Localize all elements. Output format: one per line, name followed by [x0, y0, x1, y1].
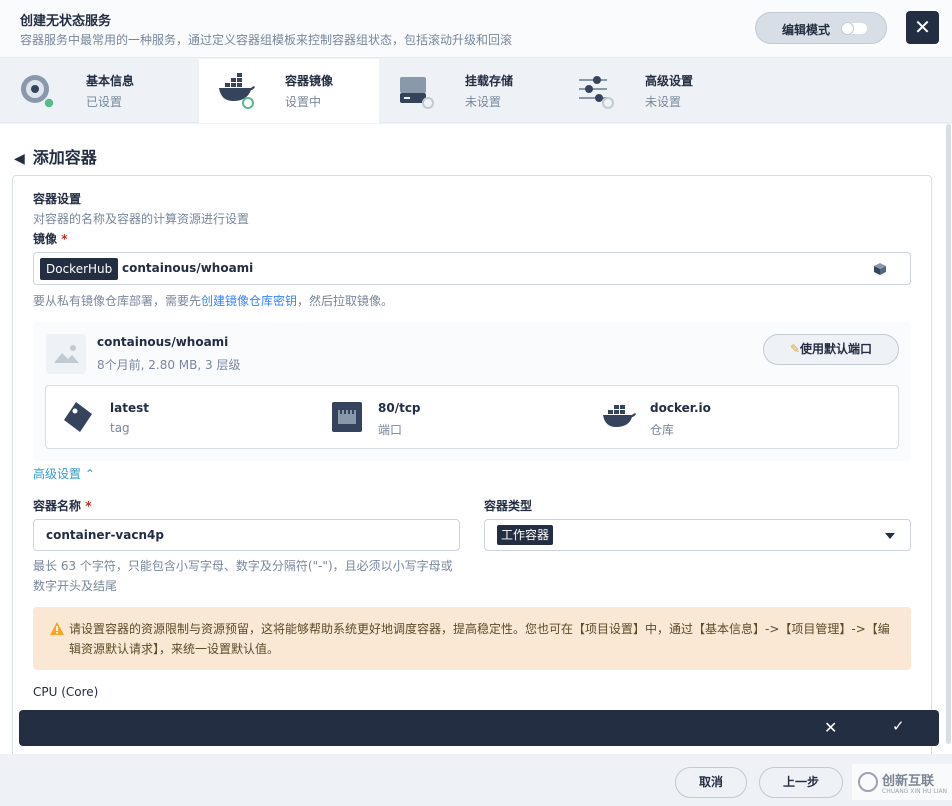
tab-container-image[interactable]: 容器镜像 设置中 [199, 59, 379, 123]
step-name: 容器镜像 [285, 74, 334, 88]
docker-whale-icon [219, 73, 255, 109]
main-content: ◀ 添加容器 容器设置 对容器的名称及容器的计算资源进行设置 镜像 * Docke… [0, 124, 945, 754]
registry-value: docker.io [650, 401, 711, 415]
watermark-subtext: CHUANG XIN HU LIAN [882, 788, 948, 795]
step-name: 挂载存储 [465, 74, 514, 88]
tag-icon [64, 402, 92, 432]
resource-warning: 请设置容器的资源限制与资源预留，这将能够帮助系统更好地调度容器，提高稳定性。您也… [33, 607, 911, 670]
sliders-icon [579, 76, 614, 109]
close-button[interactable]: ✕ [906, 11, 939, 44]
chevron-up-icon: ⌃ [84, 467, 95, 481]
toggle-knob [841, 22, 854, 35]
network-port-icon [332, 402, 362, 432]
modal-header: 创建无状态服务 容器服务中最常用的一种服务，通过定义容器组模板来控制容器组状态，… [0, 0, 952, 58]
edit-mode-label: 编辑模式 [782, 23, 831, 37]
storage-disk-icon [400, 77, 434, 109]
step-name: 高级设置 [645, 74, 694, 88]
image-hint: 要从私有镜像仓库部署，需要先创建镜像仓库密钥，然后拉取镜像。 [33, 294, 394, 308]
cpu-label: CPU (Core) [33, 685, 99, 699]
tag-info: latest tag [46, 386, 316, 448]
page-title: 添加容器 [32, 148, 97, 167]
back-link[interactable]: ◀ 添加容器 [14, 144, 97, 168]
warning-icon [50, 622, 64, 635]
toggle-switch[interactable] [841, 22, 867, 35]
caret-down-icon [885, 533, 895, 539]
tab-advanced-settings[interactable]: 高级设置 未设置 [559, 59, 739, 123]
edit-mode-toggle[interactable]: 编辑模式 [755, 12, 887, 44]
cancel-icon[interactable]: ✕ [824, 718, 837, 737]
section-title: 容器设置 [33, 192, 82, 206]
registry-key: 仓库 [650, 423, 675, 437]
step-status: 设置中 [285, 95, 322, 109]
container-name-input[interactable]: container-vacn4p [33, 519, 460, 551]
image-input[interactable]: DockerHub containous/whoami [33, 252, 911, 285]
step-status: 已设置 [86, 95, 123, 109]
create-secret-link[interactable]: 创建镜像仓库密钥 [201, 294, 297, 308]
settings-disc-icon [21, 75, 55, 109]
logo-icon [858, 772, 878, 792]
scrollbar[interactable] [945, 124, 952, 754]
section-description: 对容器的名称及容器的计算资源进行设置 [33, 212, 250, 226]
image-details: containous/whoami 8个月前, 2.80 MB, 3 层级 ✎使… [33, 322, 911, 461]
confirm-bar: ✕ ✓ [19, 710, 939, 746]
image-name: containous/whoami [97, 335, 229, 349]
port-value: 80/tcp [378, 401, 421, 415]
warning-text: 请设置容器的资源限制与资源预留，这将能够帮助系统更好地调度容器，提高稳定性。您也… [69, 622, 890, 656]
modal-title: 创建无状态服务 [20, 14, 112, 29]
registry-tag[interactable]: DockerHub [40, 258, 119, 280]
scrollbar-thumb[interactable] [946, 124, 951, 744]
step-tabs: 基本信息 已设置 容器镜像 设置中 挂载存储 未设置 高级设置 未设置 [0, 59, 952, 123]
advanced-settings-toggle[interactable]: 高级设置 ⌃ [33, 465, 95, 482]
tab-mount-storage[interactable]: 挂载存储 未设置 [379, 59, 559, 123]
image-label: 镜像 * [33, 232, 68, 246]
image-placeholder-icon [46, 334, 86, 374]
image-value[interactable]: containous/whoami [122, 261, 253, 275]
modal-footer: 取消 上一步 创新互联 CHUANG XIN HU LIAN [0, 754, 952, 806]
required-mark: * [61, 232, 68, 246]
tab-basic-info[interactable]: 基本信息 已设置 [0, 59, 180, 123]
watermark-logo: 创新互联 CHUANG XIN HU LIAN [852, 764, 952, 800]
confirm-check-icon[interactable]: ✓ [892, 717, 905, 735]
key-icon: ✎ [789, 342, 801, 356]
image-info-row: latest tag 80/tcp 端口 docker.io 仓库 [45, 385, 899, 449]
modal-description: 容器服务中最常用的一种服务，通过定义容器组模板来控制容器组状态，包括滚动升级和回… [20, 33, 513, 47]
port-info: 80/tcp 端口 [314, 386, 584, 448]
watermark-text: 创新互联 [882, 774, 935, 789]
container-type-label: 容器类型 [484, 499, 533, 513]
step-name: 基本信息 [86, 74, 135, 88]
previous-button[interactable]: 上一步 [759, 767, 843, 798]
container-type-select[interactable]: 工作容器 [484, 519, 911, 551]
use-default-port-button[interactable]: ✎使用默认端口 [763, 334, 899, 365]
step-status: 未设置 [465, 95, 502, 109]
container-type-value: 工作容器 [497, 525, 554, 545]
docker-whale-icon [603, 405, 636, 427]
close-icon: ✕ [914, 15, 931, 39]
cancel-button[interactable]: 取消 [675, 767, 747, 798]
cube-icon[interactable] [872, 261, 888, 277]
port-key: 端口 [378, 423, 403, 437]
container-name-label: 容器名称 * [33, 499, 92, 513]
step-status: 未设置 [645, 95, 682, 109]
container-settings-card: 容器设置 对容器的名称及容器的计算资源进行设置 镜像 * DockerHub c… [12, 175, 932, 754]
registry-info: docker.io 仓库 [586, 386, 886, 448]
tag-value: latest [110, 401, 149, 415]
back-arrow-icon: ◀ [14, 151, 25, 167]
tag-key: tag [110, 421, 130, 435]
container-name-hint: 最长 63 个字符，只能包含小写字母、数字及分隔符("-")，且必须以小写字母或… [33, 559, 453, 593]
image-meta: 8个月前, 2.80 MB, 3 层级 [97, 358, 241, 372]
